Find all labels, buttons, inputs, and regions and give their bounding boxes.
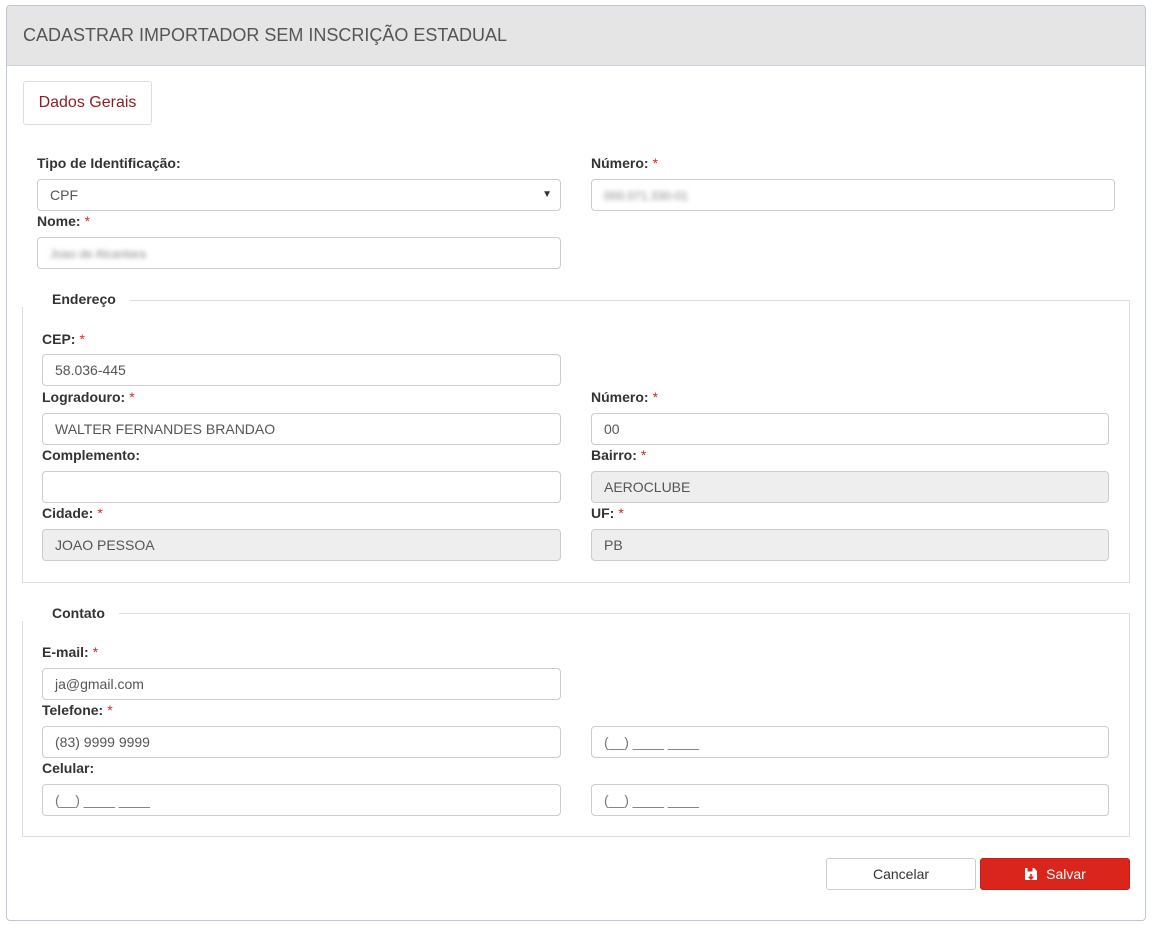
tab-dados-gerais[interactable]: Dados Gerais xyxy=(23,81,152,125)
uf-input[interactable]: PB xyxy=(591,529,1109,561)
telefone-2-input[interactable]: (__) ____ ____ xyxy=(591,726,1109,758)
numero-endereco-label: Número: * xyxy=(591,389,659,405)
complemento-label: Complemento: xyxy=(42,447,140,463)
cep-label: CEP: * xyxy=(42,331,85,347)
nome-value: Joao de Alcantara xyxy=(50,247,147,261)
telefone-label: Telefone: * xyxy=(42,702,113,718)
email-input[interactable]: ja@gmail.com xyxy=(42,668,561,700)
nome-input[interactable]: Joao de Alcantara xyxy=(37,237,561,269)
nome-label: Nome: * xyxy=(37,213,91,229)
logradouro-label: Logradouro: * xyxy=(42,389,135,405)
save-button-label: Salvar xyxy=(1046,866,1086,882)
celular-2-input[interactable]: (__) ____ ____ xyxy=(591,784,1109,816)
celular-label: Celular: xyxy=(42,760,95,776)
numero-doc-label: Número: * xyxy=(591,155,659,171)
telefone-input[interactable]: (83) 9999 9999 xyxy=(42,726,561,758)
contato-legend: Contato xyxy=(22,605,119,621)
numero-doc-value: 000.071.330-01 xyxy=(604,189,689,203)
tipo-identificacao-select[interactable]: CPF ▼ xyxy=(37,179,561,211)
logradouro-input[interactable]: WALTER FERNANDES BRANDAO xyxy=(42,413,561,445)
bairro-label: Bairro: * xyxy=(591,447,647,463)
email-label: E-mail: * xyxy=(42,644,99,660)
caret-down-icon: ▼ xyxy=(542,189,552,200)
save-button[interactable]: Salvar xyxy=(980,858,1130,890)
cidade-input[interactable]: JOAO PESSOA xyxy=(42,529,561,561)
tipo-identificacao-label: Tipo de Identificação: xyxy=(37,155,181,171)
complemento-input[interactable] xyxy=(42,471,561,503)
telefone-2-mask: (__) ____ ____ xyxy=(604,734,699,750)
cidade-label: Cidade: * xyxy=(42,505,103,521)
celular-2-mask: (__) ____ ____ xyxy=(604,792,699,808)
cep-input[interactable]: 58.036-445 xyxy=(42,354,561,386)
cancel-button[interactable]: Cancelar xyxy=(826,858,976,890)
numero-doc-input[interactable]: 000.071.330-01 xyxy=(591,179,1115,211)
uf-label: UF: * xyxy=(591,505,624,521)
bairro-input[interactable]: AEROCLUBE xyxy=(591,471,1109,503)
numero-endereco-input[interactable]: 00 xyxy=(591,413,1109,445)
save-icon xyxy=(1025,868,1038,881)
endereco-legend: Endereço xyxy=(22,291,130,307)
celular-mask: (__) ____ ____ xyxy=(55,792,150,808)
tipo-identificacao-value: CPF xyxy=(50,187,78,203)
page-title: CADASTRAR IMPORTADOR SEM INSCRIÇÃO ESTAD… xyxy=(7,6,1145,66)
celular-input[interactable]: (__) ____ ____ xyxy=(42,784,561,816)
